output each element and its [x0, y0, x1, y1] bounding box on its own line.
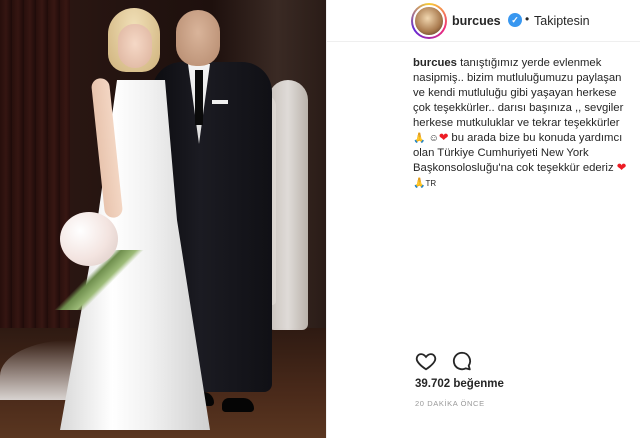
username-link[interactable]: burcues — [452, 14, 501, 28]
bride-face — [118, 24, 152, 68]
verified-badge-icon: ✓ — [508, 13, 522, 27]
caption-username[interactable]: burcues — [413, 57, 457, 69]
praying-hands-icon: 🙏 — [413, 132, 426, 144]
red-heart-icon: ❤ — [438, 131, 449, 144]
caption-line: tanıştığımız yerde evlenmek — [460, 57, 602, 69]
caption-line: olan Türkiye Cumhuriyeti New York — [413, 147, 589, 160]
red-heart-icon: ❤ — [616, 162, 627, 175]
caption-line: TR — [425, 179, 437, 189]
groom-head — [176, 10, 220, 66]
follow-status-button[interactable]: Takiptesin — [534, 14, 590, 28]
caption-line: nasipmiş.. bizim mutluluğumuzu paylaşan — [413, 71, 622, 84]
post-caption: burcues tanıştığımız yerde evlenmek nasi… — [413, 56, 637, 192]
caption-line: Başkonsolosluğu'na cok teşekkür ederiz — [413, 162, 614, 175]
wedding-photo[interactable] — [0, 0, 326, 438]
groom-shoe — [222, 398, 254, 412]
post-side-panel: burcues ✓ • Takiptesin burcues tanıştığı… — [326, 0, 640, 438]
action-bar — [415, 350, 473, 372]
like-count[interactable]: 39.702 beğenme — [415, 378, 504, 390]
heart-icon[interactable] — [415, 350, 437, 372]
instagram-post: burcues ✓ • Takiptesin burcues tanıştığı… — [0, 0, 640, 438]
bouquet — [60, 212, 118, 266]
post-header: burcues ✓ • Takiptesin — [327, 0, 640, 42]
pocket-square — [212, 100, 228, 104]
praying-hands-icon: 🙏 — [413, 178, 426, 190]
statue-decor — [268, 80, 308, 330]
caption-line: çok teşekkürler.. darısı başınıza ,, sev… — [413, 101, 624, 114]
comment-icon[interactable] — [451, 350, 473, 372]
separator-dot: • — [525, 12, 530, 26]
caption-line: bu arada bize bu konuda yardımcı — [451, 131, 623, 144]
avatar-image — [413, 5, 445, 37]
smile-icon: ☺ — [428, 132, 439, 144]
caption-line: herkese mutkuluklar ve tekrar teşekkürle… — [413, 116, 620, 129]
avatar[interactable] — [411, 3, 447, 39]
post-timestamp: 20 DAKİKA ÖNCE — [415, 399, 485, 408]
groom-tie — [195, 70, 203, 125]
caption-line: ve kendi mutluluğu gibi yaşayan herkese — [413, 86, 617, 99]
